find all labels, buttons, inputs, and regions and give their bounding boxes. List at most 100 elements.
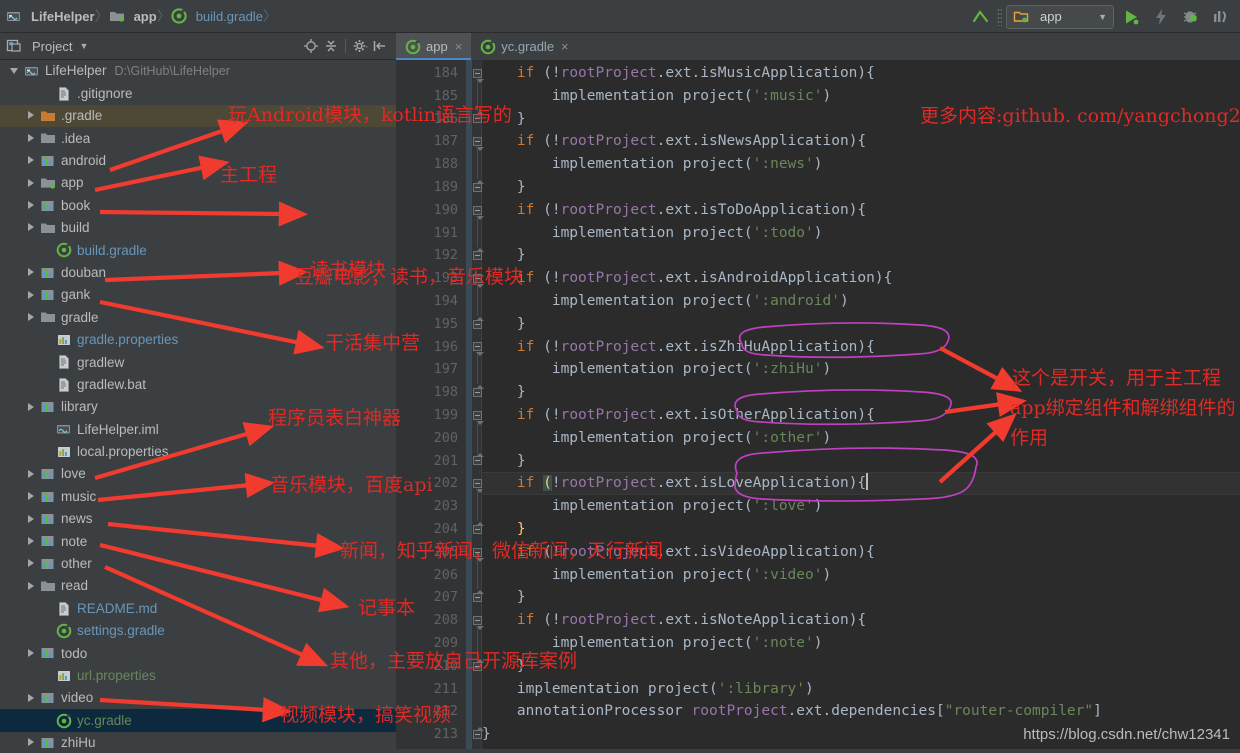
- tree-item-build[interactable]: build: [0, 217, 396, 239]
- tree-item-app[interactable]: app: [0, 172, 396, 194]
- breadcrumb-item-app[interactable]: app: [109, 8, 157, 24]
- tree-item-lifehelper[interactable]: LifeHelper D:\GitHub\LifeHelper: [0, 60, 396, 82]
- toolbar-drag-handle[interactable]: [997, 7, 1002, 26]
- chevron-right-icon[interactable]: [26, 200, 37, 211]
- tree-item--idea[interactable]: .idea: [0, 127, 396, 149]
- tree-item-gradlew[interactable]: gradlew: [0, 351, 396, 373]
- tree-item-lifehelper-iml[interactable]: LifeHelper.iml: [0, 418, 396, 440]
- chevron-down-icon[interactable]: ▼: [79, 41, 88, 51]
- breadcrumb-item-file[interactable]: build.gradle: [171, 8, 263, 24]
- code-line[interactable]: }: [482, 176, 526, 199]
- tree-item-gradlew-bat[interactable]: gradlew.bat: [0, 373, 396, 395]
- tree-item-url-properties[interactable]: url.properties: [0, 665, 396, 687]
- editor-tab-app[interactable]: app ×: [396, 33, 472, 60]
- tree-item--gradle[interactable]: .gradle: [0, 104, 396, 128]
- chevron-right-icon[interactable]: [26, 536, 37, 547]
- close-icon[interactable]: ×: [455, 39, 463, 54]
- code-line[interactable]: if (!rootProject.ext.isLoveApplication){…: [482, 472, 868, 495]
- tree-item-read[interactable]: read: [0, 575, 396, 597]
- code-line[interactable]: implementation project(':news'): [482, 153, 823, 176]
- tree-item-yc-gradle[interactable]: yc.gradle: [0, 709, 396, 732]
- locate-icon[interactable]: [301, 36, 321, 56]
- code-line[interactable]: implementation project(':todo'): [482, 222, 823, 245]
- tree-item-note[interactable]: note: [0, 530, 396, 552]
- editor-tab-yc-gradle[interactable]: yc.gradle ×: [471, 33, 577, 60]
- code-line[interactable]: if (!rootProject.ext.isMusicApplication)…: [482, 62, 875, 85]
- lightning-icon[interactable]: [1148, 4, 1174, 30]
- back-arrow-icon[interactable]: [967, 4, 993, 30]
- code-line[interactable]: }: [482, 655, 526, 678]
- chevron-right-icon[interactable]: [26, 737, 37, 748]
- tree-item-readme-md[interactable]: README.md: [0, 597, 396, 619]
- chevron-right-icon[interactable]: [26, 178, 37, 189]
- chevron-right-icon[interactable]: [26, 290, 37, 301]
- settings-gear-icon[interactable]: [350, 36, 370, 56]
- code-line[interactable]: if (!rootProject.ext.isZhiHuApplication)…: [482, 336, 875, 359]
- chevron-right-icon[interactable]: [26, 648, 37, 659]
- code-line[interactable]: }: [482, 518, 526, 541]
- chevron-right-icon[interactable]: [26, 312, 37, 323]
- code-line[interactable]: implementation project(':zhiHu'): [482, 358, 831, 381]
- debug-icon[interactable]: [1178, 4, 1204, 30]
- tree-item-todo[interactable]: todo: [0, 642, 396, 664]
- tree-item-news[interactable]: news: [0, 508, 396, 530]
- code-line[interactable]: }: [482, 723, 491, 746]
- code-line[interactable]: }: [482, 313, 526, 336]
- tree-item-library[interactable]: library: [0, 396, 396, 418]
- tree-item-android[interactable]: android: [0, 150, 396, 172]
- code-line[interactable]: }: [482, 586, 526, 609]
- tree-item-book[interactable]: book: [0, 194, 396, 216]
- code-lines[interactable]: if (!rootProject.ext.isMusicApplication)…: [482, 60, 1240, 753]
- tree-item-gradle-properties[interactable]: gradle.properties: [0, 329, 396, 351]
- code-line[interactable]: annotationProcessor rootProject.ext.depe…: [482, 700, 1102, 723]
- code-line[interactable]: if (!rootProject.ext.isOtherApplication)…: [482, 404, 875, 427]
- tree-item-local-properties[interactable]: local.properties: [0, 441, 396, 463]
- code-line[interactable]: }: [482, 381, 526, 404]
- code-line[interactable]: }: [482, 244, 526, 267]
- run-icon[interactable]: [1118, 4, 1144, 30]
- chevron-right-icon[interactable]: [26, 693, 37, 704]
- tree-item--gitignore[interactable]: .gitignore: [0, 82, 396, 104]
- tree-item-gank[interactable]: gank: [0, 284, 396, 306]
- chevron-right-icon[interactable]: [26, 491, 37, 502]
- chevron-right-icon[interactable]: [26, 469, 37, 480]
- tree-item-settings-gradle[interactable]: settings.gradle: [0, 620, 396, 642]
- code-line[interactable]: }: [482, 450, 526, 473]
- collapse-all-icon[interactable]: [321, 36, 341, 56]
- chevron-right-icon[interactable]: [26, 222, 37, 233]
- code-line[interactable]: implementation project(':video'): [482, 564, 831, 587]
- tree-item-other[interactable]: other: [0, 553, 396, 575]
- editor-tab-bar[interactable]: app × yc.gradle ×: [396, 33, 1240, 60]
- code-line[interactable]: implementation project(':other'): [482, 427, 831, 450]
- chevron-right-icon[interactable]: [26, 402, 37, 413]
- tree-item-video[interactable]: video: [0, 687, 396, 709]
- tree-item-music[interactable]: music: [0, 485, 396, 507]
- code-line[interactable]: implementation project(':note'): [482, 632, 823, 655]
- chevron-right-icon[interactable]: [26, 558, 37, 569]
- chevron-down-icon[interactable]: [10, 66, 21, 77]
- code-line[interactable]: implementation project(':music'): [482, 85, 831, 108]
- chevron-right-icon[interactable]: [26, 514, 37, 525]
- tree-item-gradle[interactable]: gradle: [0, 306, 396, 328]
- close-icon[interactable]: ×: [561, 39, 569, 54]
- chevron-right-icon[interactable]: [26, 267, 37, 278]
- tree-item-build-gradle[interactable]: build.gradle: [0, 239, 396, 261]
- code-line[interactable]: implementation project(':library'): [482, 678, 814, 701]
- profiler-icon[interactable]: [1208, 4, 1234, 30]
- code-line[interactable]: if (!rootProject.ext.isNewsApplication){: [482, 130, 866, 153]
- chevron-right-icon[interactable]: [26, 155, 37, 166]
- run-configuration-selector[interactable]: app ▼: [1006, 4, 1114, 29]
- chevron-right-icon[interactable]: [26, 133, 37, 144]
- project-tree[interactable]: LifeHelper D:\GitHub\LifeHelper .gitignore…: [0, 60, 396, 753]
- code-line[interactable]: implementation project(':android'): [482, 290, 849, 313]
- chevron-right-icon[interactable]: [26, 110, 37, 121]
- hide-panel-icon[interactable]: [370, 36, 390, 56]
- code-line[interactable]: if (!rootProject.ext.isAndroidApplicatio…: [482, 267, 892, 290]
- code-line[interactable]: }: [482, 108, 526, 131]
- tree-item-love[interactable]: love: [0, 463, 396, 485]
- code-line[interactable]: implementation project(':love'): [482, 495, 823, 518]
- code-line[interactable]: if (!rootProject.ext.isToDoApplication){: [482, 199, 866, 222]
- chevron-right-icon[interactable]: [26, 581, 37, 592]
- code-line[interactable]: if (!rootProject.ext.isVideoApplication)…: [482, 541, 875, 564]
- code-area[interactable]: 184 185 186 187 188 189 190 191 192 193 194 195 196 1…: [396, 60, 1240, 753]
